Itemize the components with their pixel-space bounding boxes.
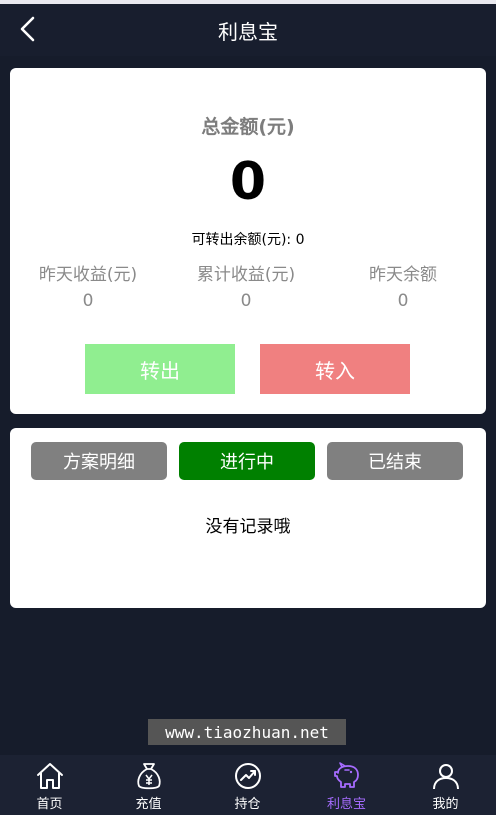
stat-value: 0 (240, 291, 252, 311)
money-bag-icon (136, 763, 161, 790)
nav-item-holdings[interactable]: 持仓 (198, 755, 297, 815)
user-icon (432, 764, 459, 790)
nav-item-interest[interactable]: 利息宝 (297, 755, 396, 815)
transferable-label: 可转出余额(元): (191, 232, 292, 248)
bottom-nav: 首页 充值 持仓 利息宝 我的 (0, 755, 496, 815)
empty-records-message: 没有记录哦 (205, 517, 291, 537)
nav-label: 首页 (36, 797, 63, 812)
home-icon (36, 763, 63, 789)
tab-plan-details[interactable]: 方案明细 (31, 442, 167, 480)
stat-label: 昨天收益(元) (38, 265, 138, 285)
nav-item-mine[interactable]: 我的 (396, 755, 495, 815)
tab-in-progress[interactable]: 进行中 (179, 442, 315, 480)
nav-item-recharge[interactable]: 充值 (99, 755, 198, 815)
total-amount-label: 总金额(元) (201, 116, 295, 138)
tab-ended[interactable]: 已结束 (327, 442, 463, 480)
transfer-in-button[interactable]: 转入 (260, 344, 410, 394)
stat-total-income: 累计收益(元) 0 (166, 264, 326, 312)
stat-label: 昨天余额 (369, 265, 437, 285)
stat-value: 0 (397, 291, 409, 311)
stats-row: 昨天收益(元) 0 累计收益(元) 0 昨天余额 0 (10, 264, 486, 314)
nav-label: 充值 (135, 797, 162, 812)
nav-label: 持仓 (234, 797, 261, 812)
transferable-value: 0 (295, 232, 305, 248)
balance-card: 总金额(元) 0 可转出余额(元): 0 昨天收益(元) 0 累计收益(元) 0… (10, 68, 486, 414)
watermark: www.tiaozhuan.net (148, 719, 346, 745)
stat-yesterday-income: 昨天收益(元) 0 (8, 264, 168, 312)
total-amount-value: 0 (229, 152, 267, 212)
stat-label: 累计收益(元) (196, 265, 296, 285)
app-header: 利息宝 (0, 4, 496, 56)
stat-value: 0 (82, 291, 94, 311)
chart-trend-icon (234, 763, 261, 789)
records-card: 方案明细 进行中 已结束 没有记录哦 (10, 428, 486, 608)
transfer-out-button[interactable]: 转出 (85, 344, 235, 394)
nav-item-home[interactable]: 首页 (0, 755, 99, 815)
page-title: 利息宝 (218, 20, 278, 44)
stat-yesterday-balance: 昨天余额 0 (323, 264, 483, 312)
nav-label: 利息宝 (326, 797, 366, 812)
nav-label: 我的 (432, 797, 459, 812)
transferable-balance: 可转出余额(元): 0 (10, 229, 486, 249)
piggy-bank-icon (333, 762, 359, 788)
